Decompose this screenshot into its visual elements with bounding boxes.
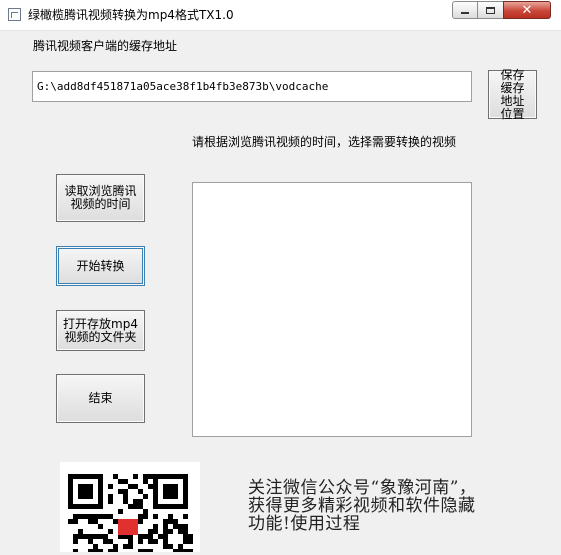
title-bar: 绿橄榄腾讯视频转换为mp4格式TX1.0 ✕ <box>0 0 561 31</box>
qr-code-image <box>60 462 200 554</box>
maximize-icon <box>486 6 495 14</box>
read-browse-time-label: 读取浏览腾讯视频的时间 <box>64 184 137 211</box>
promo-text: 关注微信公众号“象豫河南”，获得更多精彩视频和软件隐藏功能!使用过程 <box>248 478 477 534</box>
close-button[interactable]: ✕ <box>503 1 551 19</box>
read-browse-time-button[interactable]: 读取浏览腾讯视频的时间 <box>56 174 145 222</box>
qr-logo-mark <box>118 519 138 535</box>
window-title: 绿橄榄腾讯视频转换为mp4格式TX1.0 <box>28 8 234 22</box>
close-icon: ✕ <box>521 2 533 18</box>
qr-code-graphic <box>68 474 193 554</box>
instruction-text: 请根据浏览腾讯视频的时间，选择需要转换的视频 <box>192 135 457 149</box>
finish-label: 结束 <box>88 391 113 405</box>
app-icon <box>8 8 21 21</box>
cache-path-label: 腾讯视频客户端的缓存地址 <box>33 39 178 53</box>
start-convert-label: 开始转换 <box>76 258 125 273</box>
open-mp4-folder-button[interactable]: 打开存放mp4视频的文件夹 <box>56 310 145 351</box>
video-time-listbox[interactable] <box>192 182 472 437</box>
start-convert-button[interactable]: 开始转换 <box>56 246 145 286</box>
minimize-button[interactable] <box>452 1 478 19</box>
save-cache-path-label: 保存缓存地址位置 <box>500 67 525 121</box>
save-cache-path-button[interactable]: 保存缓存地址位置 <box>488 67 537 121</box>
minimize-icon <box>461 12 469 14</box>
open-mp4-folder-label: 打开存放mp4视频的文件夹 <box>63 316 138 344</box>
maximize-button[interactable] <box>477 1 504 19</box>
finish-button[interactable]: 结束 <box>56 374 145 423</box>
cache-path-input[interactable] <box>32 71 472 102</box>
